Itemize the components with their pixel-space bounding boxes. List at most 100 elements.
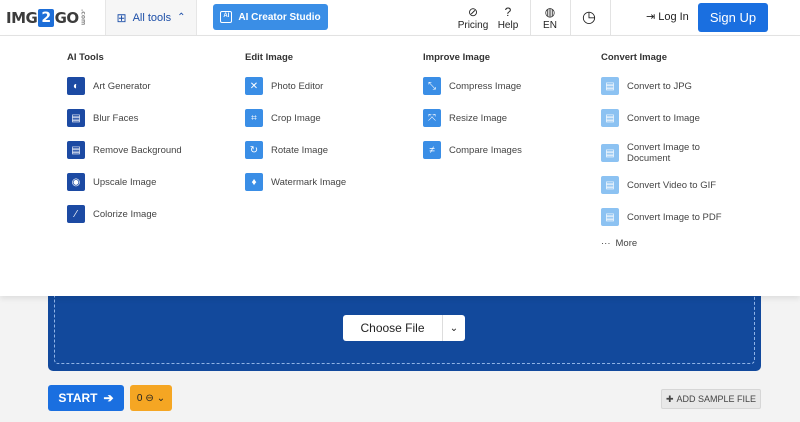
file-document-icon: ▤	[601, 144, 619, 162]
menu-item-label: Colorize Image	[93, 208, 157, 220]
credits-dropdown[interactable]: 0 ⊖ ⌄	[130, 385, 172, 411]
all-tools-menu: AI Tools ◐ Art Generator ▤ Blur Faces ▤ …	[0, 36, 800, 296]
chevron-down-icon: ⌄	[449, 322, 459, 334]
menu-column-title: Improve Image	[423, 52, 491, 63]
upload-source-dropdown[interactable]: ⌄	[443, 315, 465, 341]
menu-item-colorize-image[interactable]: ⁄ Colorize Image	[67, 205, 182, 223]
ai-creator-studio-label: AI Creator Studio	[238, 11, 321, 23]
drop-icon: ♦	[245, 173, 263, 191]
menu-column-title: Edit Image	[245, 52, 294, 63]
language-label: EN	[543, 19, 557, 31]
menu-item-label: Convert Image to PDF	[627, 211, 722, 223]
help-label: Help	[497, 19, 519, 31]
menu-item-upscale-image[interactable]: ◉ Upscale Image	[67, 173, 182, 191]
credits-count: 0	[136, 392, 143, 404]
tools-icon: ✕	[245, 77, 263, 95]
menu-item-resize-image[interactable]: ⤧ Resize Image	[423, 109, 522, 127]
menu-item-label: Rotate Image	[271, 144, 329, 156]
menu-item-label: Convert Image to Document	[627, 142, 700, 164]
menu-item-convert-image-to-document[interactable]: ▤ Convert Image to Document	[601, 141, 722, 165]
menu-item-label: Blur Faces	[93, 112, 139, 124]
all-tools-button[interactable]: ⊞ All tools ⌃	[105, 0, 197, 35]
file-image-icon: ▤	[601, 77, 619, 95]
compress-icon: ⤡	[423, 77, 441, 95]
language-selector[interactable]: ◍ EN	[536, 0, 564, 36]
menu-item-compress-image[interactable]: ⤡ Compress Image	[423, 77, 522, 95]
history-button[interactable]: ◷	[576, 0, 602, 36]
tag-icon: ⊘	[467, 4, 479, 19]
logo-com: .com	[79, 9, 87, 26]
file-video-icon: ▤	[601, 176, 619, 194]
menu-item-blur-faces[interactable]: ▤ Blur Faces	[67, 109, 182, 127]
menu-item-convert-to-image[interactable]: ▤ Convert to Image	[601, 109, 722, 127]
globe-icon: ◍	[544, 4, 556, 19]
choose-file-button[interactable]: Choose File	[343, 315, 443, 341]
help-link[interactable]: ? Help	[494, 0, 522, 36]
choose-file-group: Choose File ⌄	[343, 315, 465, 341]
menu-item-label: Compress Image	[449, 80, 522, 92]
logo[interactable]: IMG 2 GO .com	[0, 0, 105, 35]
menu-column-improve-image: Improve Image ⤡ Compress Image ⤧ Resize …	[423, 52, 522, 173]
login-link[interactable]: ⇥ Log In	[646, 10, 689, 24]
menu-item-photo-editor[interactable]: ✕ Photo Editor	[245, 77, 346, 95]
file-dropzone[interactable]: Choose File ⌄	[48, 292, 761, 371]
chevron-up-icon: ⌃	[177, 12, 186, 23]
brush-icon: ⁄	[67, 205, 85, 223]
file-pdf-icon: ▤	[601, 208, 619, 226]
menu-column-ai-tools: AI Tools ◐ Art Generator ▤ Blur Faces ▤ …	[67, 52, 182, 237]
pricing-label: Pricing	[457, 19, 489, 31]
plus-icon: ✚	[665, 393, 674, 404]
rotate-icon: ↻	[245, 141, 263, 159]
ellipsis-icon: ···	[601, 238, 611, 249]
menu-item-label: Remove Background	[93, 144, 182, 156]
login-icon: ⇥	[646, 11, 656, 23]
menu-column-convert-image: Convert Image ▤ Convert to JPG ▤ Convert…	[601, 52, 722, 249]
menu-item-remove-background[interactable]: ▤ Remove Background	[67, 141, 182, 159]
menu-item-label: Watermark Image	[271, 176, 347, 188]
menu-item-compare-images[interactable]: ≠ Compare Images	[423, 141, 522, 159]
menu-item-convert-video-to-gif[interactable]: ▤ Convert Video to GIF	[601, 176, 722, 194]
menu-item-label: Resize Image	[449, 112, 508, 124]
menu-item-rotate-image[interactable]: ↻ Rotate Image	[245, 141, 346, 159]
all-tools-label: All tools	[132, 11, 172, 24]
ai-studio-icon: AI	[220, 11, 233, 23]
menu-item-convert-image-to-pdf[interactable]: ▤ Convert Image to PDF	[601, 208, 722, 226]
add-sample-file-button[interactable]: ✚ ADD SAMPLE FILE	[661, 389, 761, 409]
menu-item-label: Crop Image	[271, 112, 321, 124]
file-image-icon: ▤	[601, 109, 619, 127]
arrow-right-icon: ➔	[103, 391, 114, 405]
menu-item-convert-to-jpg[interactable]: ▤ Convert to JPG	[601, 77, 722, 95]
menu-item-label: Art Generator	[93, 80, 151, 92]
start-button[interactable]: START ➔	[48, 385, 124, 411]
menu-item-watermark-image[interactable]: ♦ Watermark Image	[245, 173, 346, 191]
palette-icon: ◐	[67, 77, 85, 95]
pricing-link[interactable]: ⊘ Pricing	[456, 0, 490, 36]
add-sample-label: ADD SAMPLE FILE	[676, 394, 757, 404]
signup-button[interactable]: Sign Up	[698, 3, 768, 32]
grid-icon: ⊞	[116, 10, 127, 25]
menu-item-label: Photo Editor	[271, 80, 324, 92]
eye-icon: ◉	[67, 173, 85, 191]
menu-item-label: Compare Images	[449, 144, 522, 156]
chevron-down-icon: ⌄	[156, 392, 166, 404]
menu-item-label: Convert Video to GIF	[627, 179, 717, 191]
compare-icon: ≠	[423, 141, 441, 159]
credit-coin-icon: ⊖	[145, 392, 154, 404]
header-divider	[610, 0, 611, 36]
logo-go: GO	[54, 8, 80, 27]
menu-column-edit-image: Edit Image ✕ Photo Editor ⌗ Crop Image ↻…	[245, 52, 346, 205]
menu-item-label: Upscale Image	[93, 176, 157, 188]
file-icon: ▤	[67, 109, 85, 127]
menu-item-label: Convert to JPG	[627, 80, 692, 92]
menu-item-label: Convert to Image	[627, 112, 700, 124]
more-tools-link[interactable]: ··· More	[601, 238, 722, 249]
resize-icon: ⤧	[423, 109, 441, 127]
menu-item-art-generator[interactable]: ◐ Art Generator	[67, 77, 182, 95]
header-divider	[530, 0, 531, 36]
menu-column-title: Convert Image	[601, 52, 667, 63]
logo-img: IMG	[6, 8, 38, 27]
file-icon: ▤	[67, 141, 85, 159]
menu-item-crop-image[interactable]: ⌗ Crop Image	[245, 109, 346, 127]
login-label: Log In	[658, 10, 689, 23]
ai-creator-studio-button[interactable]: AI AI Creator Studio	[213, 4, 328, 30]
